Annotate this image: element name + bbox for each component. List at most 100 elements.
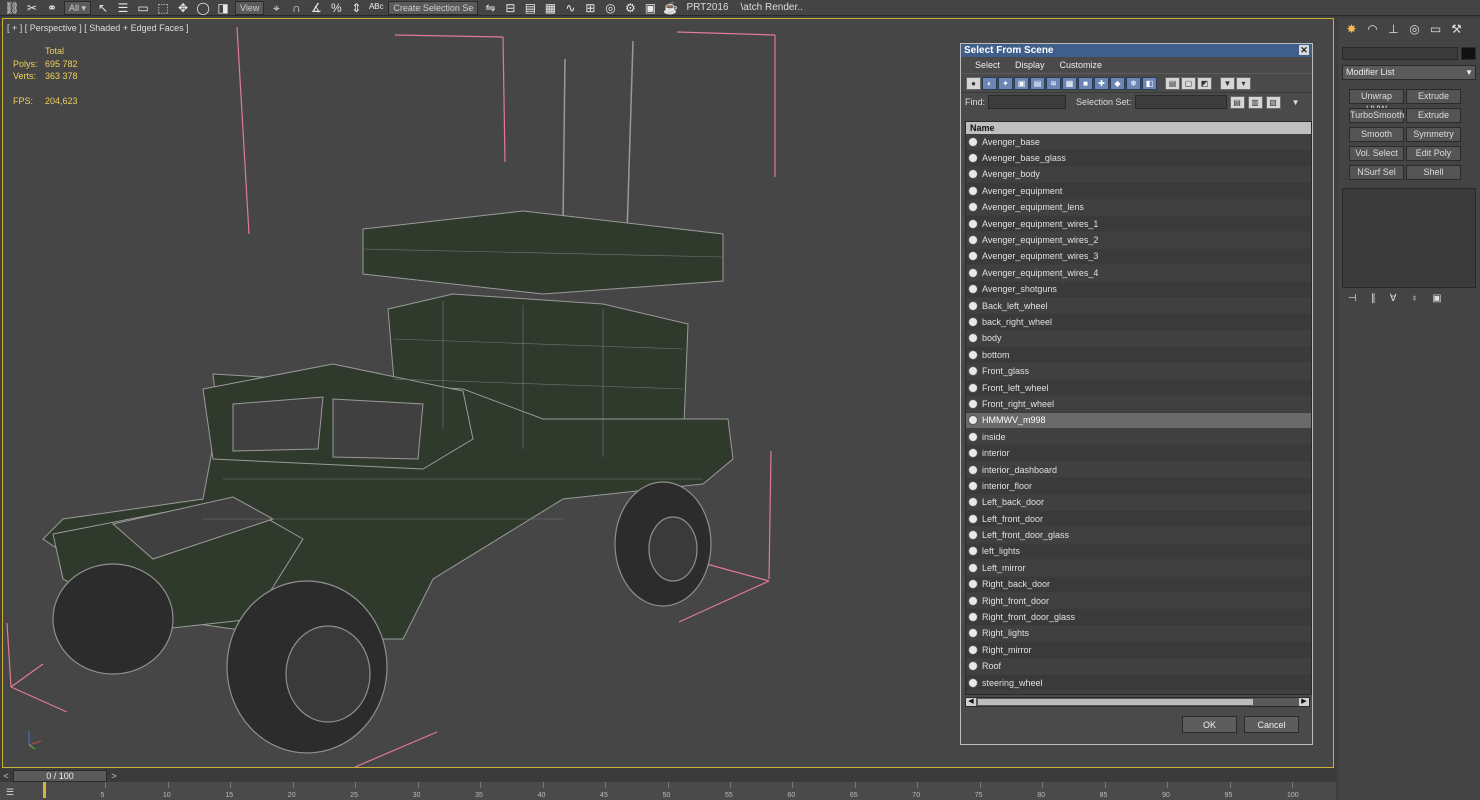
list-item[interactable]: Left_mirror: [966, 560, 1311, 577]
spinner-snap-icon[interactable]: ⇕: [348, 1, 364, 15]
list-item[interactable]: Left_front_door: [966, 511, 1311, 528]
menu-customize[interactable]: Customize: [1060, 60, 1103, 70]
list-item[interactable]: HMMWV_m998: [966, 412, 1311, 430]
list-item[interactable]: back_right_wheel: [966, 314, 1311, 331]
list-item[interactable]: Avenger_shotguns: [966, 282, 1311, 298]
snap-icon[interactable]: ∩: [288, 1, 304, 15]
symmetry-button[interactable]: Symmetry: [1406, 127, 1461, 142]
scene-object-list[interactable]: Name Avenger_base Avenger_base_glass Aveng…: [965, 121, 1312, 695]
align-icon[interactable]: ⊟: [502, 1, 518, 15]
delete-set-icon[interactable]: ▧: [1265, 95, 1281, 109]
scrollbar-thumb[interactable]: [978, 699, 1253, 705]
list-item[interactable]: Left_back_door: [966, 494, 1311, 511]
nsurf-sel-button[interactable]: NSurf Sel: [1349, 165, 1404, 180]
filter-options-icon[interactable]: ▾: [1236, 76, 1251, 90]
select-name-icon[interactable]: ☰: [115, 1, 131, 15]
name-column-header[interactable]: Name: [966, 122, 1311, 134]
list-item[interactable]: Right_lights: [966, 625, 1311, 643]
show-end-result-icon[interactable]: ∥: [1371, 293, 1376, 304]
list-item[interactable]: Avenger_equipment_wires_2: [966, 232, 1311, 249]
lights-filter-icon[interactable]: ✦: [998, 76, 1013, 90]
link-icon[interactable]: ⛓: [4, 1, 20, 15]
hidden-filter-icon[interactable]: ◧: [1142, 76, 1157, 90]
cameras-filter-icon[interactable]: ▣: [1014, 76, 1029, 90]
list-item[interactable]: Left_front_door_glass: [966, 527, 1311, 544]
list-item[interactable]: Avenger_body: [966, 166, 1311, 184]
list-item[interactable]: interior_dashboard: [966, 461, 1311, 479]
utilities-tab-icon[interactable]: ⚒: [1449, 22, 1464, 37]
list-item[interactable]: Avenger_base: [966, 134, 1311, 151]
ok-button[interactable]: OK: [1182, 716, 1237, 733]
save-set-icon[interactable]: ▤: [1229, 95, 1245, 109]
menu-select[interactable]: Select: [975, 60, 1000, 70]
close-icon[interactable]: ✕: [1299, 45, 1309, 55]
object-color-swatch[interactable]: [1461, 47, 1476, 60]
xrefs-filter-icon[interactable]: ■: [1078, 76, 1093, 90]
list-item[interactable]: Avenger_equipment_wires_4: [966, 265, 1311, 282]
filter-icon[interactable]: ▼: [1220, 76, 1235, 90]
vol-select-button[interactable]: Vol. Select: [1349, 146, 1404, 161]
smooth-button[interactable]: Smooth: [1349, 127, 1404, 142]
prev-frame-icon[interactable]: <: [0, 770, 12, 782]
groups-filter-icon[interactable]: ▦: [1062, 76, 1077, 90]
frozen-filter-icon[interactable]: ❄: [1126, 76, 1141, 90]
hierarchy-tab-icon[interactable]: ⊥: [1386, 22, 1401, 37]
modifier-list-dropdown[interactable]: Modifier List ▼: [1342, 65, 1476, 80]
render-frame-icon[interactable]: ▣: [642, 1, 658, 15]
material-editor-icon[interactable]: ◎: [602, 1, 618, 15]
horizontal-scrollbar[interactable]: ◀ ▶: [965, 697, 1310, 707]
list-item[interactable]: Right_front_door: [966, 592, 1311, 610]
list-item[interactable]: Right_mirror: [966, 642, 1311, 659]
edit-named-sets-icon[interactable]: ᴬᴮᶜ: [368, 1, 384, 15]
scroll-left-icon[interactable]: ◀: [966, 698, 976, 706]
unlink-icon[interactable]: ✂: [24, 1, 40, 15]
pivot-icon[interactable]: ⌖: [268, 1, 284, 15]
modifier-stack[interactable]: [1342, 188, 1476, 288]
list-item[interactable]: steering_wheel: [966, 675, 1311, 692]
list-item[interactable]: Roof: [966, 658, 1311, 675]
rect-region-icon[interactable]: ▭: [135, 1, 151, 15]
geometry-filter-icon[interactable]: ●: [966, 76, 981, 90]
batch-render-label[interactable]: \atch Render..: [737, 2, 807, 13]
window-crossing-icon[interactable]: ⬚: [155, 1, 171, 15]
current-frame-marker[interactable]: [43, 782, 46, 798]
list-item[interactable]: interior_floor: [966, 478, 1311, 495]
reference-coordinate-dropdown[interactable]: View: [235, 0, 265, 15]
dialog-title-bar[interactable]: Select From Scene ✕: [961, 44, 1312, 57]
find-input[interactable]: [988, 95, 1067, 109]
chevron-down-icon[interactable]: ▼: [1292, 98, 1300, 107]
list-item[interactable]: Avenger_equipment_lens: [966, 199, 1311, 216]
pin-stack-icon[interactable]: ⊣: [1348, 293, 1357, 304]
time-slider[interactable]: 0 / 100: [13, 770, 107, 782]
render-icon[interactable]: ☕: [662, 1, 678, 15]
curve-editor-icon[interactable]: ∿: [562, 1, 578, 15]
list-item[interactable]: Front_right_wheel: [966, 396, 1311, 413]
display-tab-icon[interactable]: ▭: [1428, 22, 1443, 37]
turbosmooth-button[interactable]: TurboSmooth: [1349, 108, 1404, 123]
select-none-icon[interactable]: ▢: [1181, 76, 1196, 90]
list-item[interactable]: bottom: [966, 347, 1311, 364]
selection-set-dropdown[interactable]: [1134, 95, 1227, 109]
render-setup-icon[interactable]: ⚙: [622, 1, 638, 15]
graphite-icon[interactable]: ▦: [542, 1, 558, 15]
list-item[interactable]: Right_back_door: [966, 577, 1311, 593]
filter-dropdown[interactable]: All ▾: [64, 0, 92, 15]
extrude-button[interactable]: Extrude: [1406, 89, 1461, 104]
list-item[interactable]: Front_left_wheel: [966, 380, 1311, 397]
scale-icon[interactable]: ◨: [215, 1, 231, 15]
schematic-icon[interactable]: ⊞: [582, 1, 598, 15]
select-all-icon[interactable]: ▤: [1165, 76, 1180, 90]
list-item[interactable]: wipers: [966, 691, 1311, 694]
create-tab-icon[interactable]: ✸: [1344, 22, 1359, 37]
list-item[interactable]: Avenger_base_glass: [966, 150, 1311, 167]
extrude-button-2[interactable]: Extrude: [1406, 108, 1461, 123]
list-item[interactable]: Avenger_equipment_wires_3: [966, 249, 1311, 266]
track-bar[interactable]: ☰ 5 10 15 20 25 30 35 40 45 50 55 60 65 70 75 80 85 90 95 1…: [0, 782, 1336, 800]
angle-snap-icon[interactable]: ∡: [308, 1, 324, 15]
list-item[interactable]: Avenger_equipment_wires_1: [966, 216, 1311, 233]
list-item[interactable]: interior: [966, 445, 1311, 462]
list-item[interactable]: left_lights: [966, 544, 1311, 561]
motion-tab-icon[interactable]: ◎: [1407, 22, 1422, 37]
select-invert-icon[interactable]: ◩: [1197, 76, 1212, 90]
layer-icon[interactable]: ▤: [522, 1, 538, 15]
